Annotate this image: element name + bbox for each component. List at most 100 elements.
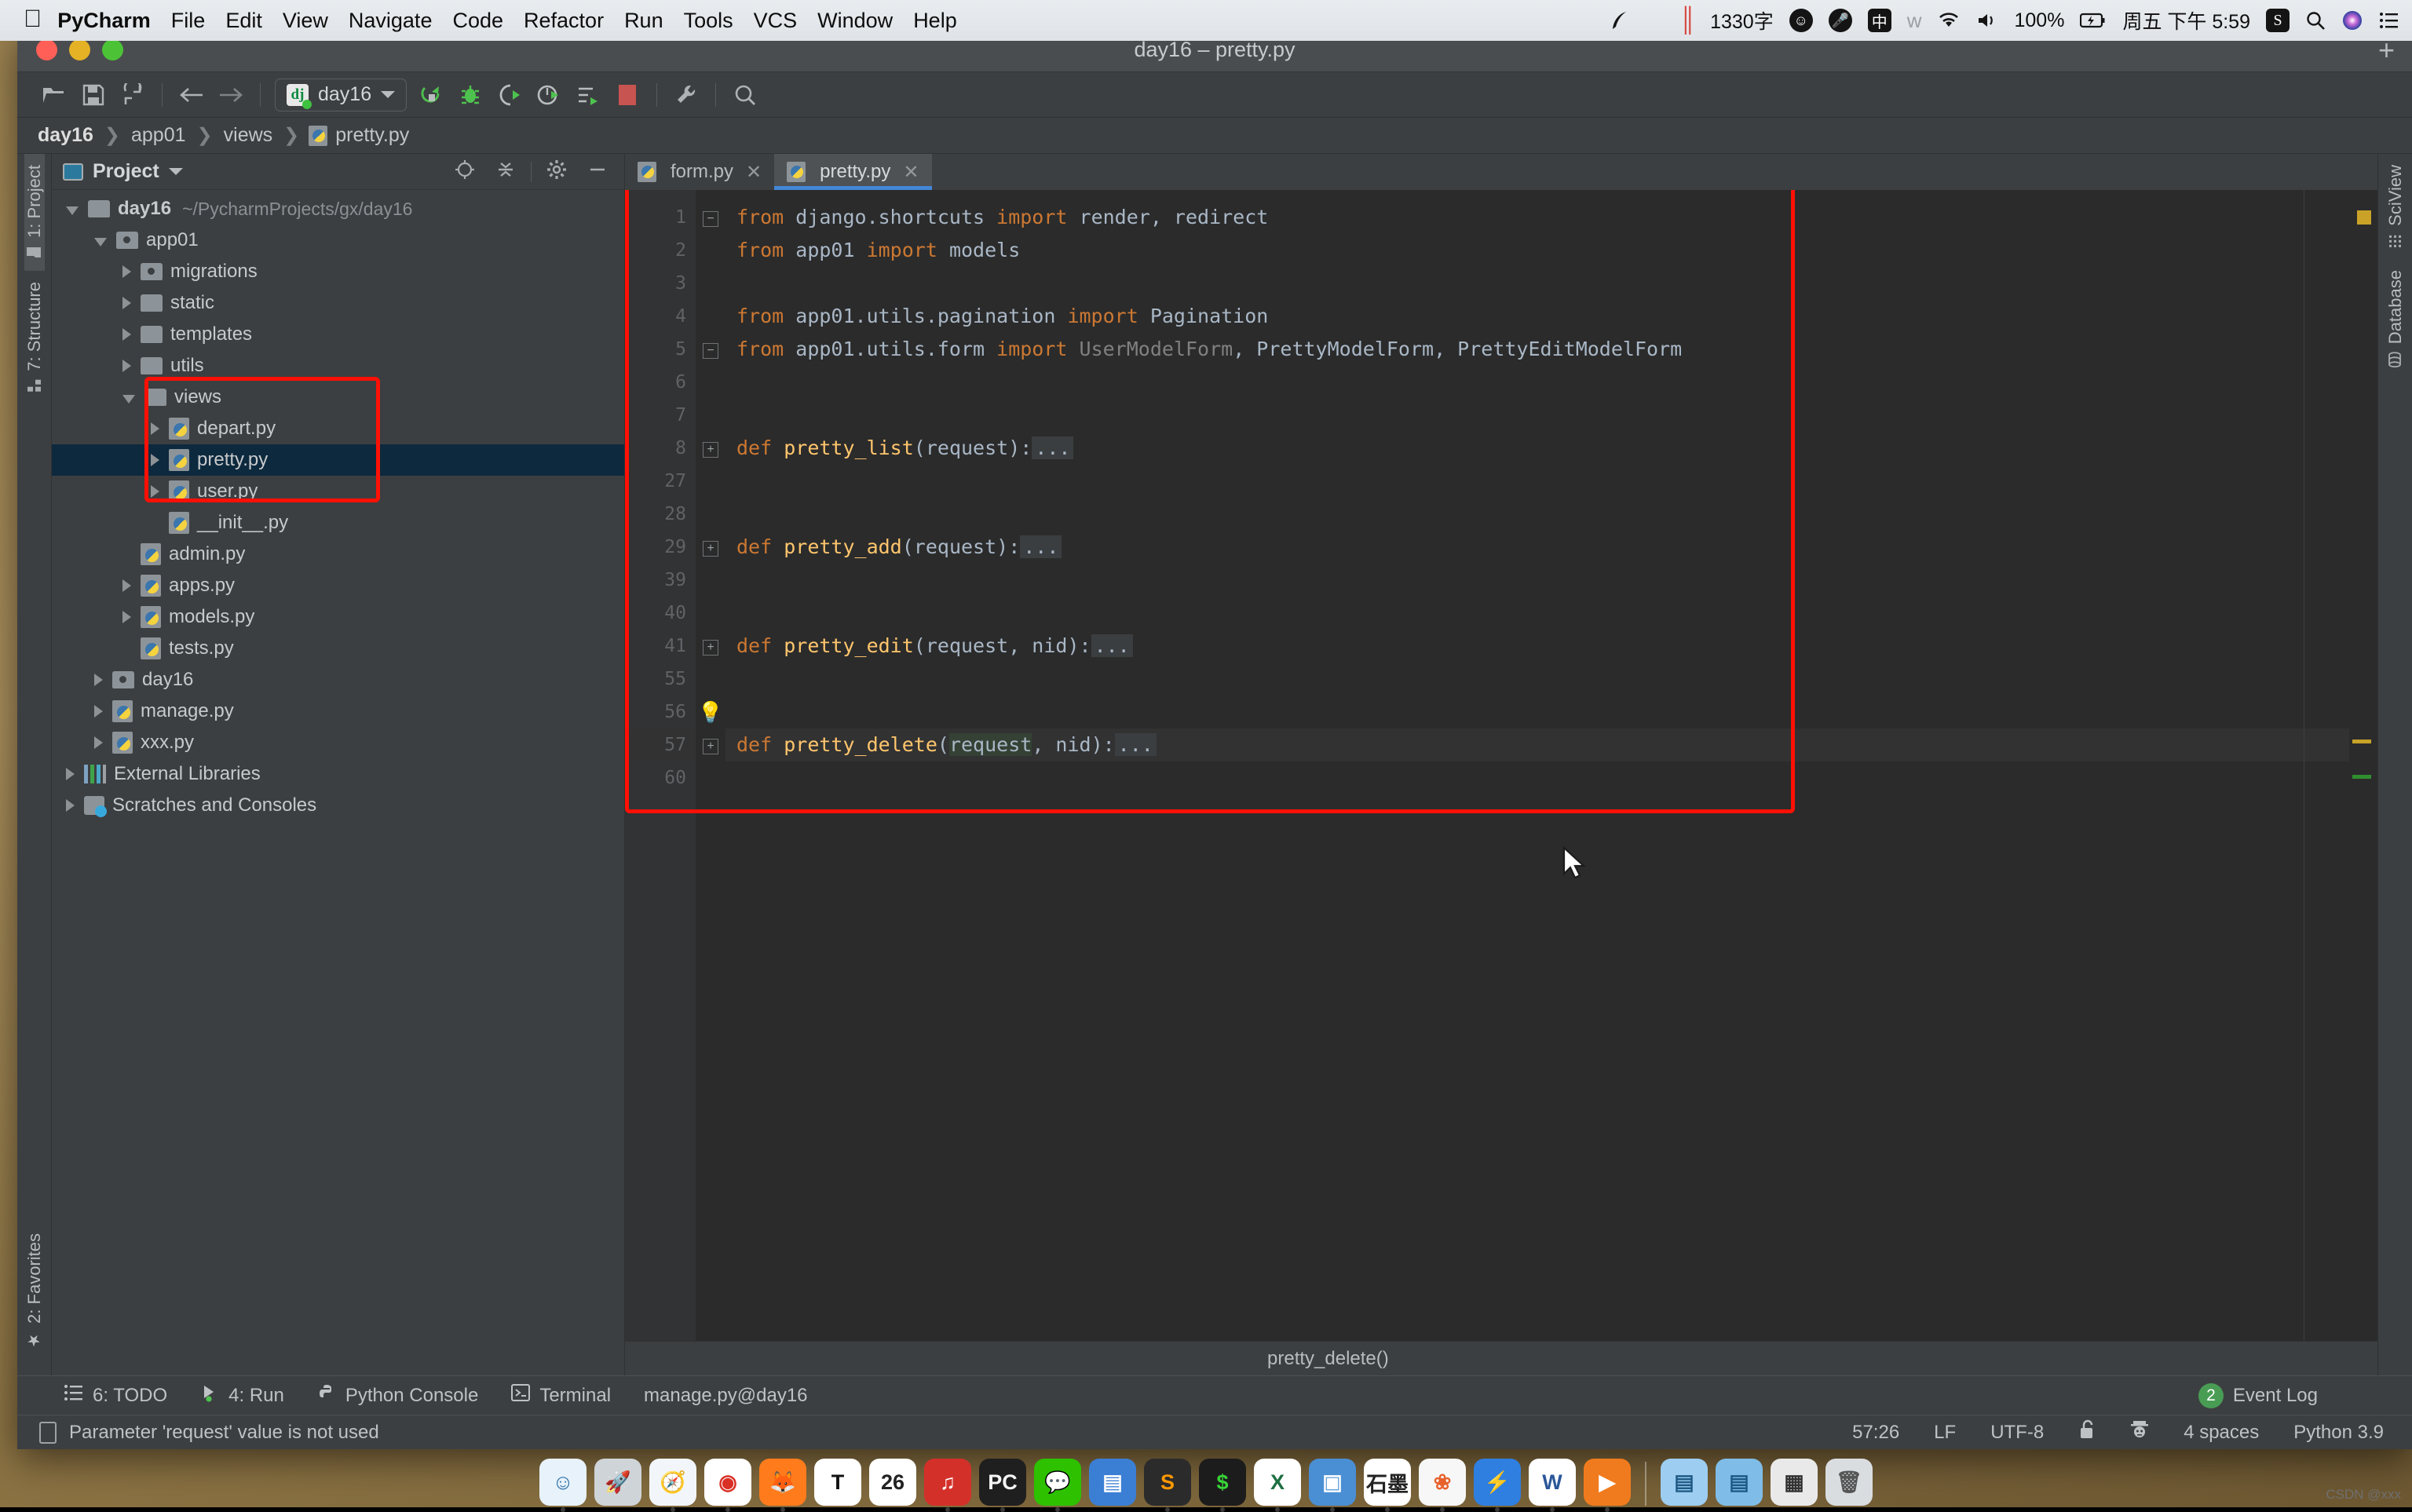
line-separator[interactable]: LF <box>1923 1422 1967 1444</box>
code-line[interactable] <box>725 267 2349 300</box>
sidebar-item-favorites[interactable]: ★ 2: Favorites <box>24 1222 45 1361</box>
gutter-line-number[interactable]: 60 <box>625 761 696 794</box>
gutter-line-number[interactable]: 1 <box>625 201 696 234</box>
tree-node[interactable]: depart.py <box>52 413 624 444</box>
stack-preview-icon[interactable]: ▦ <box>1771 1459 1818 1506</box>
indent-setting[interactable]: 4 spaces <box>2173 1422 2270 1444</box>
battery-charging-icon[interactable] <box>2080 13 2107 28</box>
tool-button-terminal[interactable]: Terminal <box>511 1384 611 1407</box>
code-line[interactable] <box>725 399 2349 432</box>
keynote-icon[interactable]: ▤ <box>1089 1459 1136 1506</box>
gutter-line-number[interactable]: 57 <box>625 729 696 761</box>
chevron-down-icon[interactable] <box>94 238 107 247</box>
chevron-down-icon[interactable] <box>169 168 183 175</box>
gutter-line-number[interactable]: 6 <box>625 366 696 399</box>
macos-dock[interactable]: ☺🚀🧭◉🦊T26♫PC💬▤S$X▣石墨❀⚡W▶▤▤▦🗑 <box>0 1451 2412 1507</box>
gutter-line-number[interactable]: 40 <box>625 597 696 630</box>
menu-item-help[interactable]: Help <box>913 9 957 33</box>
back-arrow-icon[interactable] <box>172 76 211 114</box>
fold-toggle-icon[interactable]: + <box>696 630 725 663</box>
control-center-icon[interactable] <box>2379 11 2399 30</box>
python-interpreter[interactable]: Python 3.9 <box>2282 1422 2395 1444</box>
downloads-folder-icon[interactable]: ▤ <box>1661 1459 1708 1506</box>
forward-arrow-icon[interactable] <box>211 76 250 114</box>
gear-icon[interactable] <box>541 159 572 184</box>
launchpad-icon[interactable]: 🚀 <box>594 1459 641 1506</box>
hector-icon[interactable] <box>2119 1419 2160 1445</box>
tree-node[interactable]: External Libraries <box>52 758 624 790</box>
ok-marker[interactable] <box>2352 775 2371 779</box>
code-line[interactable]: def pretty_delete(request, nid):... <box>725 729 2349 761</box>
lock-icon[interactable] <box>2067 1419 2107 1445</box>
remote-desktop-icon[interactable]: ▣ <box>1309 1459 1356 1506</box>
chevron-right-icon[interactable] <box>66 768 75 780</box>
chevron-right-icon[interactable] <box>122 611 131 623</box>
close-window-button[interactable] <box>36 39 57 60</box>
tree-node[interactable]: apps.py <box>52 570 624 601</box>
event-log-button[interactable]: 2 Event Log <box>2198 1383 2318 1408</box>
typora-icon[interactable]: T <box>814 1459 861 1506</box>
editor-tab[interactable]: form.py✕ <box>625 154 774 190</box>
editor-fold-column[interactable]: −−+++💡+ <box>696 190 725 1341</box>
code-line[interactable]: def pretty_add(request):... <box>725 531 2349 564</box>
mic-icon[interactable]: 🎤 <box>1829 9 1852 32</box>
gutter-line-number[interactable]: 56 <box>625 696 696 729</box>
tool-button-todo[interactable]: 6: TODO <box>64 1384 167 1407</box>
iterm-icon[interactable]: $ <box>1199 1459 1246 1506</box>
inspection-marker[interactable] <box>2352 740 2371 743</box>
chevron-right-icon[interactable] <box>151 485 159 498</box>
trash-icon[interactable]: 🗑 <box>1825 1459 1873 1506</box>
hide-panel-icon[interactable] <box>582 159 613 184</box>
code-line[interactable] <box>725 663 2349 696</box>
warning-marker[interactable] <box>2357 210 2371 225</box>
gutter-line-number[interactable]: 3 <box>625 267 696 300</box>
debug-icon[interactable] <box>451 76 490 114</box>
thunder-icon[interactable]: ⚡ <box>1474 1459 1521 1506</box>
sublime-icon[interactable]: S <box>1144 1459 1191 1506</box>
moon-icon[interactable] <box>1645 10 1664 31</box>
sidebar-item-project[interactable]: 1: Project <box>24 154 45 271</box>
search-everywhere-icon[interactable] <box>725 76 765 114</box>
chevron-right-icon[interactable] <box>122 297 131 309</box>
editor-tab[interactable]: pretty.py✕ <box>774 154 931 190</box>
run-icon[interactable] <box>411 76 451 114</box>
save-icon[interactable] <box>74 76 113 114</box>
editor-code[interactable]: from django.shortcuts import render, red… <box>725 190 2349 1341</box>
tree-node[interactable]: templates <box>52 319 624 350</box>
open-folder-icon[interactable] <box>35 76 74 114</box>
sync-icon[interactable] <box>113 76 152 114</box>
breadcrumb-item-app01[interactable]: app01 <box>130 124 188 147</box>
menu-item-pycharm[interactable]: PyCharm <box>57 9 151 33</box>
tool-button-run[interactable]: 4: Run <box>200 1383 284 1408</box>
caret-position[interactable]: 57:26 <box>1841 1422 1910 1444</box>
tree-node[interactable]: models.py <box>52 601 624 633</box>
fold-toggle-icon[interactable]: + <box>696 729 725 761</box>
editor-body[interactable]: 1234567827282939404155565760 −−+++💡+ fro… <box>625 190 2377 1341</box>
gutter-line-number[interactable]: 41 <box>625 630 696 663</box>
chevron-right-icon[interactable] <box>66 799 75 812</box>
project-tree[interactable]: day16~/PycharmProjects/gx/day16app01migr… <box>52 190 624 1375</box>
menu-item-vcs[interactable]: VCS <box>754 9 798 33</box>
code-line[interactable]: from app01 import models <box>725 234 2349 267</box>
code-line[interactable] <box>725 597 2349 630</box>
fold-box[interactable]: + <box>703 541 718 557</box>
tool-window-bar[interactable]: 6: TODO 4: Run Python Console Terminal m… <box>17 1375 2412 1415</box>
menu-item-navigate[interactable]: Navigate <box>349 9 433 33</box>
fold-box[interactable]: − <box>703 343 718 359</box>
editor-tab-bar[interactable]: form.py✕pretty.py✕ <box>625 154 2377 190</box>
gutter-line-number[interactable]: 39 <box>625 564 696 597</box>
left-tool-rail[interactable]: 1: Project 7: Structure ★ 2: Favorites <box>17 154 52 1375</box>
stop-icon[interactable] <box>608 76 647 114</box>
breadcrumb-item-prettypy[interactable]: pretty.py <box>334 124 411 147</box>
chevron-right-icon[interactable] <box>122 328 131 341</box>
chevron-right-icon[interactable] <box>151 454 159 466</box>
calendar-icon[interactable]: 26 <box>869 1459 916 1506</box>
sidebar-item-database[interactable]: Database <box>2385 259 2406 378</box>
tree-node[interactable]: views <box>52 382 624 413</box>
youku-icon[interactable]: ▶ <box>1584 1459 1631 1506</box>
tool-button-manage-py[interactable]: manage.py@day16 <box>644 1385 808 1407</box>
code-line[interactable] <box>725 465 2349 498</box>
traffic-lights[interactable] <box>17 39 123 60</box>
gutter-line-number[interactable]: 7 <box>625 399 696 432</box>
macos-menu-bar[interactable]:  PyCharm File Edit View Navigate Code R… <box>0 0 2412 41</box>
